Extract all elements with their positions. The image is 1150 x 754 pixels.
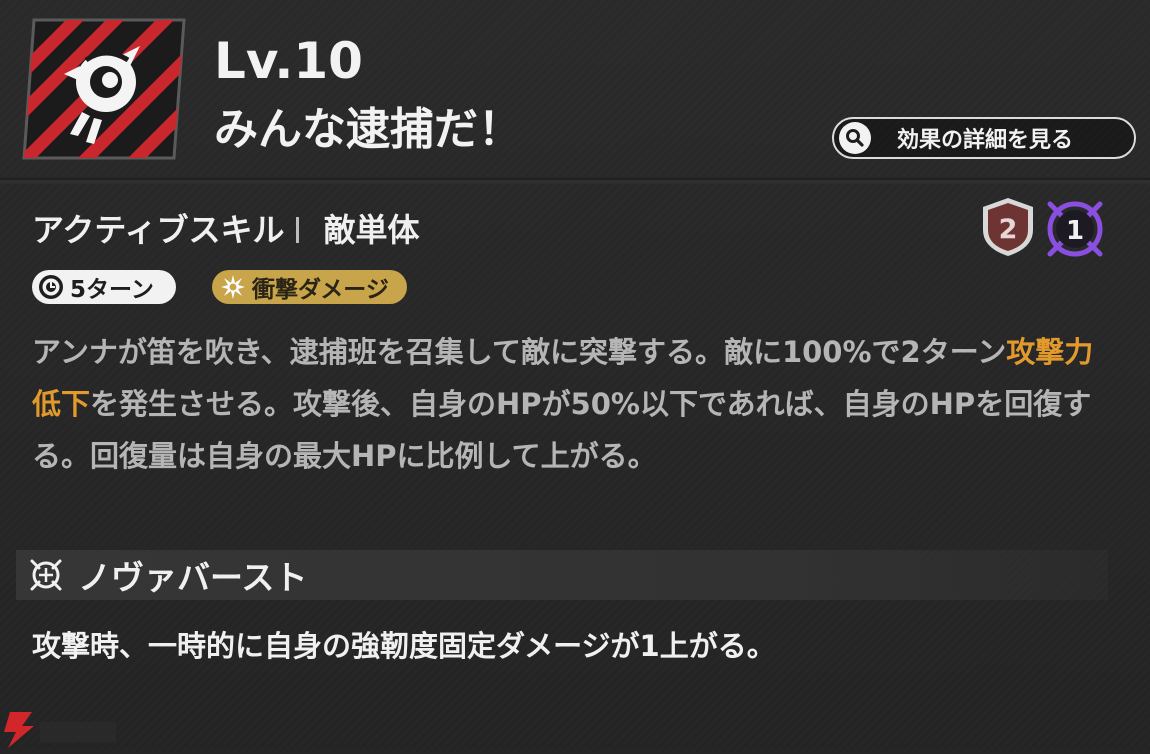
burst-badge-value: 1 [1066,216,1084,246]
burst-badge: 1 [1044,198,1106,260]
turn-tag-label: 5ターン [70,277,154,303]
lightning-icon [0,706,120,750]
clock-icon [39,275,63,299]
nova-crosshair-icon [30,559,62,591]
nova-burst-title: ノヴァバースト [78,558,308,597]
skill-description: アンナが笛を吹き、逮捕班を召集して敵に突撃する。敵に100%で2ターン攻撃力低下… [32,326,1112,482]
skill-type: アクティブスキル [32,211,285,249]
skill-target: 敵単体 [323,211,420,249]
description-part2: を発生させる。攻撃後、自身のHPが50%以下であれば、自身のHPを回復する。回復… [32,387,1092,473]
skill-icon [20,16,188,162]
skill-level: Lv.10 [214,32,363,90]
turn-tag: 5ターン [32,270,176,304]
nova-burst-header: ノヴァバースト [16,550,1108,600]
cost-badge-value: 2 [999,214,1018,245]
impact-damage-label: 衝撃ダメージ [252,277,389,303]
view-details-label: 効果の詳細を見る [897,128,1074,153]
impact-damage-tag: 衝撃ダメージ [212,270,407,304]
separator [296,217,300,243]
nova-burst-description: 攻撃時、一時的に自身の強靭度固定ダメージが1上がる。 [32,629,776,663]
description-part1: アンナが笛を吹き、逮捕班を召集して敵に突撃する。敵に100%で2ターン [32,335,1007,369]
skill-detail-panel: Lv.10 みんな逮捕だ！ 効果の詳細を見る アクティブスキル 敵単体 2 1 [0,0,1150,750]
skill-name: みんな逮捕だ！ [214,104,522,155]
impact-burst-icon [221,275,245,299]
cost-badge: 2 [980,196,1036,258]
skill-type-line: アクティブスキル 敵単体 [32,210,420,250]
view-details-button[interactable]: 効果の詳細を見る [832,117,1136,159]
header-divider [0,178,1150,184]
magnifier-icon [839,122,871,154]
